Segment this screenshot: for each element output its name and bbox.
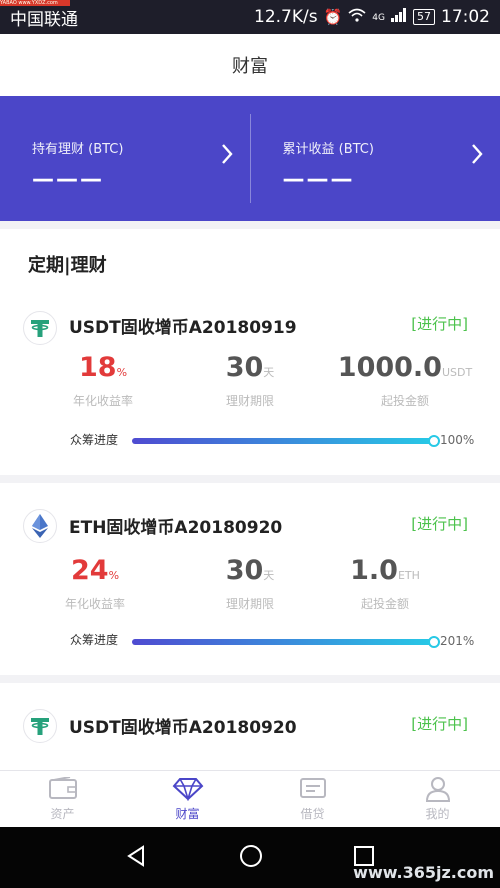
tab-label: 我的 bbox=[425, 807, 450, 821]
tab-label: 财富 bbox=[175, 807, 200, 821]
annual-rate: 18% 年化收益率 bbox=[48, 353, 158, 409]
tab-wealth[interactable]: 财富 bbox=[125, 771, 250, 827]
progress-knob bbox=[428, 435, 440, 447]
term-unit: 天 bbox=[263, 569, 275, 582]
tab-loan[interactable]: 借贷 bbox=[250, 771, 375, 827]
home-button[interactable] bbox=[238, 843, 264, 873]
corner-logo: YABAO www.YXDZ.com bbox=[0, 0, 70, 6]
product-card[interactable]: ETH固收增币A20180920 [进行中] 24% 年化收益率 30天 理财期… bbox=[0, 483, 500, 675]
min-value: 1000.0 bbox=[337, 352, 442, 383]
bottom-tab-bar: 资产 财富 借贷 我的 bbox=[0, 770, 500, 827]
product-card[interactable]: USDT固收增币A20180919 [进行中] 18% 年化收益率 30天 理财… bbox=[0, 295, 500, 475]
loan-icon bbox=[299, 776, 327, 802]
carrier-name: 中国联通 bbox=[10, 9, 78, 30]
progress-fill bbox=[132, 639, 434, 645]
progress-percent: 201% bbox=[440, 634, 475, 648]
rate-value: 24 bbox=[70, 555, 109, 586]
page-title: 财富 bbox=[232, 56, 268, 77]
product-name: USDT固收增币A20180919 bbox=[69, 318, 297, 338]
term-label: 理财期限 bbox=[225, 597, 274, 611]
product-card[interactable]: USDT固收增币A20180920 [进行中] bbox=[0, 683, 500, 770]
earnings-summary-card[interactable]: 累计收益 (BTC) ——— bbox=[251, 96, 500, 221]
tab-label: 资产 bbox=[50, 807, 75, 821]
holding-label: 持有理财 (BTC) bbox=[32, 142, 124, 157]
page-header: 财富 bbox=[0, 34, 500, 96]
rate-value: 18 bbox=[78, 352, 117, 383]
diamond-icon bbox=[172, 776, 204, 802]
progress-label: 众筹进度 bbox=[70, 633, 119, 647]
system-nav-bar: www.365jz.com bbox=[0, 827, 500, 888]
min-investment: 1.0ETH 起投金额 bbox=[325, 556, 445, 612]
min-label: 起投金额 bbox=[360, 597, 409, 611]
holding-value: ——— bbox=[32, 167, 104, 192]
status-badge: [进行中] bbox=[411, 515, 468, 533]
rate-label: 年化收益率 bbox=[64, 597, 125, 611]
product-name: ETH固收增币A20180920 bbox=[69, 518, 283, 538]
status-badge: [进行中] bbox=[411, 315, 468, 333]
wallet-icon bbox=[48, 776, 78, 802]
progress-percent: 100% bbox=[440, 433, 475, 447]
min-label: 起投金额 bbox=[380, 394, 429, 408]
earnings-value: ——— bbox=[282, 167, 355, 192]
clock-time: 17:02 bbox=[441, 7, 490, 27]
status-badge: [进行中] bbox=[411, 715, 468, 733]
progress-bar bbox=[132, 435, 440, 447]
term-label: 理财期限 bbox=[225, 394, 274, 408]
rate-unit: % bbox=[116, 366, 128, 379]
term-unit: 天 bbox=[263, 366, 275, 379]
battery-level: 57 bbox=[413, 9, 435, 25]
product-name: USDT固收增币A20180920 bbox=[69, 718, 297, 738]
rate-unit: % bbox=[108, 569, 120, 582]
term: 30天 理财期限 bbox=[195, 556, 305, 612]
user-icon bbox=[425, 776, 451, 802]
min-value: 1.0 bbox=[350, 555, 398, 586]
wifi-icon bbox=[348, 7, 366, 27]
network-speed: 12.7K/s bbox=[254, 7, 318, 27]
min-unit: USDT bbox=[441, 366, 473, 379]
tab-assets[interactable]: 资产 bbox=[0, 771, 125, 827]
progress-label: 众筹进度 bbox=[70, 433, 119, 447]
min-investment: 1000.0USDT 起投金额 bbox=[335, 353, 475, 409]
progress-fill bbox=[132, 438, 434, 444]
tether-icon bbox=[23, 311, 57, 345]
progress-bar bbox=[132, 636, 440, 648]
holding-summary-card[interactable]: 持有理财 (BTC) ——— bbox=[0, 96, 250, 221]
summary-banner: 持有理财 (BTC) ——— 累计收益 (BTC) ——— bbox=[0, 96, 500, 221]
chevron-right-icon bbox=[470, 142, 484, 172]
section-title: 定期|理财 bbox=[0, 229, 500, 295]
term: 30天 理财期限 bbox=[195, 353, 305, 409]
tab-label: 借贷 bbox=[300, 807, 325, 821]
rate-label: 年化收益率 bbox=[72, 394, 133, 408]
signal-icon bbox=[391, 7, 407, 27]
alarm-icon: ⏰ bbox=[323, 8, 343, 26]
tether-icon bbox=[23, 709, 57, 743]
earnings-label: 累计收益 (BTC) bbox=[282, 142, 374, 157]
tab-mine[interactable]: 我的 bbox=[375, 771, 500, 827]
term-value: 30 bbox=[225, 555, 264, 586]
status-bar: YABAO www.YXDZ.com 中国联通 12.7K/s ⏰ 4G 57 … bbox=[0, 0, 500, 34]
min-unit: ETH bbox=[397, 569, 420, 582]
ethereum-icon bbox=[23, 509, 57, 543]
progress-knob bbox=[428, 636, 440, 648]
watermark-text: www.365jz.com bbox=[353, 863, 494, 882]
chevron-right-icon bbox=[220, 142, 234, 172]
term-value: 30 bbox=[225, 352, 264, 383]
annual-rate: 24% 年化收益率 bbox=[40, 556, 150, 612]
network-type: 4G bbox=[372, 13, 385, 23]
back-button[interactable] bbox=[125, 844, 149, 872]
